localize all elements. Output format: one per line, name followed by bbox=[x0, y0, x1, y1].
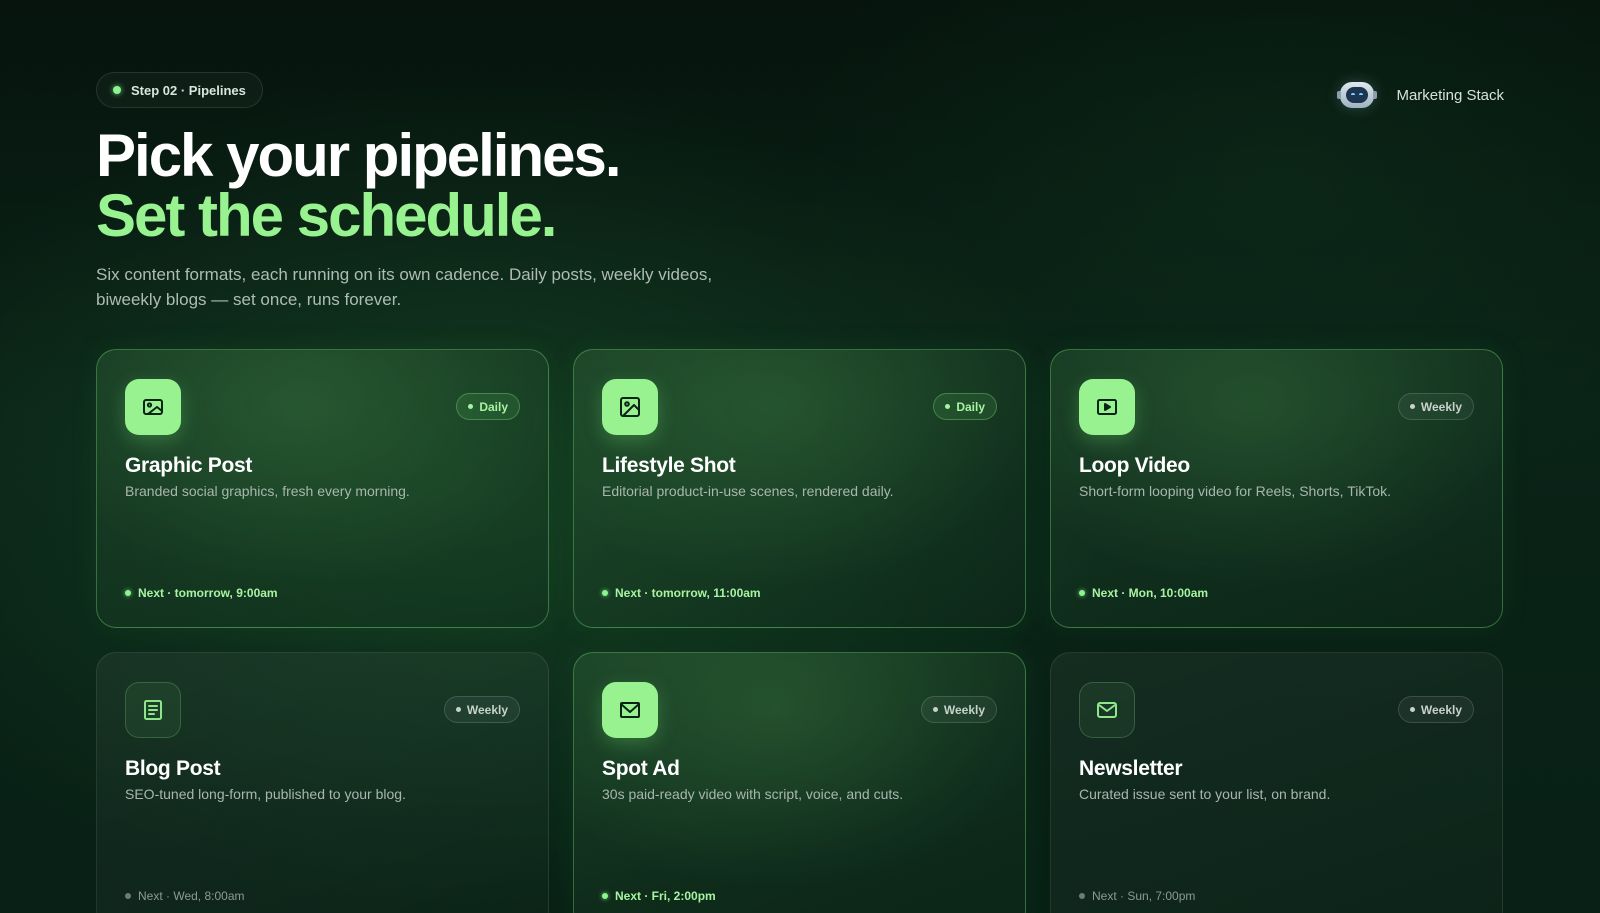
pipeline-description: Curated issue sent to your list, on bran… bbox=[1079, 786, 1331, 802]
step-indicator: Step 02 · Pipelines bbox=[96, 72, 263, 108]
page-header: Step 02 · Pipelines Marketing Stack Pick… bbox=[96, 72, 1504, 312]
next-run: Next · Sun, 7:00pm bbox=[1079, 889, 1195, 903]
page-subtitle: Six content formats, each running on its… bbox=[96, 265, 713, 309]
frequency-badge: Daily bbox=[933, 393, 997, 420]
mail-icon bbox=[1079, 682, 1135, 738]
pipeline-title: Loop Video bbox=[1079, 454, 1190, 477]
next-run: Next · Fri, 2:00pm bbox=[602, 889, 716, 903]
pipeline-title: Newsletter bbox=[1079, 757, 1183, 780]
frequency-badge: Weekly bbox=[443, 696, 520, 723]
next-run: Next · Mon, 10:00am bbox=[1079, 586, 1208, 600]
next-run: Next · tomorrow, 11:00am bbox=[602, 586, 761, 600]
brand-name: Marketing Stack bbox=[1396, 86, 1504, 104]
page-title-line1: Pick your pipelines. bbox=[96, 122, 622, 189]
pipeline-description: Branded social graphics, fresh every mor… bbox=[125, 483, 410, 499]
document-icon bbox=[125, 682, 181, 738]
page-title: Pick your pipelines. Set the schedule. bbox=[96, 126, 1504, 246]
robot-icon bbox=[1337, 82, 1378, 108]
pipeline-title: Graphic Post bbox=[125, 454, 253, 477]
frequency-badge: Weekly bbox=[1397, 696, 1474, 723]
pipeline-card-newsletter[interactable]: Weekly Newsletter Curated issue sent to … bbox=[1050, 652, 1503, 913]
brand: Marketing Stack bbox=[1337, 82, 1504, 108]
pipeline-title: Lifestyle Shot bbox=[602, 454, 736, 477]
pipeline-grid: Daily Graphic Post Branded social graphi… bbox=[96, 349, 1503, 913]
envelope-icon bbox=[602, 682, 658, 738]
frequency-badge: Daily bbox=[456, 393, 520, 420]
video-play-icon bbox=[1079, 379, 1135, 435]
next-run: Next · Wed, 8:00am bbox=[125, 889, 245, 903]
pipeline-card-blog-post[interactable]: Weekly Blog Post SEO-tuned long-form, pu… bbox=[96, 652, 549, 913]
pipeline-card-loop-video[interactable]: Weekly Loop Video Short-form looping vid… bbox=[1050, 349, 1503, 628]
pipeline-description: 30s paid-ready video with script, voice,… bbox=[602, 786, 904, 802]
frequency-badge: Weekly bbox=[1397, 393, 1474, 420]
pipeline-card-spot-ad[interactable]: Weekly Spot Ad 30s paid-ready video with… bbox=[573, 652, 1026, 913]
pipeline-card-lifestyle-shot[interactable]: Daily Lifestyle Shot Editorial product-i… bbox=[573, 349, 1026, 628]
pipeline-description: Short-form looping video for Reels, Shor… bbox=[1079, 483, 1392, 499]
page-title-line2: Set the schedule. bbox=[96, 182, 557, 249]
photo-icon bbox=[602, 379, 658, 435]
frequency-badge: Weekly bbox=[920, 696, 997, 723]
pipeline-description: SEO-tuned long-form, published to your b… bbox=[125, 786, 406, 802]
image-icon bbox=[125, 379, 181, 435]
step-label: Step 02 · Pipelines bbox=[131, 82, 246, 98]
pipeline-card-graphic-post[interactable]: Daily Graphic Post Branded social graphi… bbox=[96, 349, 549, 628]
pipeline-title: Spot Ad bbox=[602, 757, 680, 780]
next-run: Next · tomorrow, 9:00am bbox=[125, 586, 278, 600]
pipeline-title: Blog Post bbox=[125, 757, 221, 780]
status-dot bbox=[113, 86, 121, 94]
pipeline-description: Editorial product-in-use scenes, rendere… bbox=[602, 483, 894, 499]
